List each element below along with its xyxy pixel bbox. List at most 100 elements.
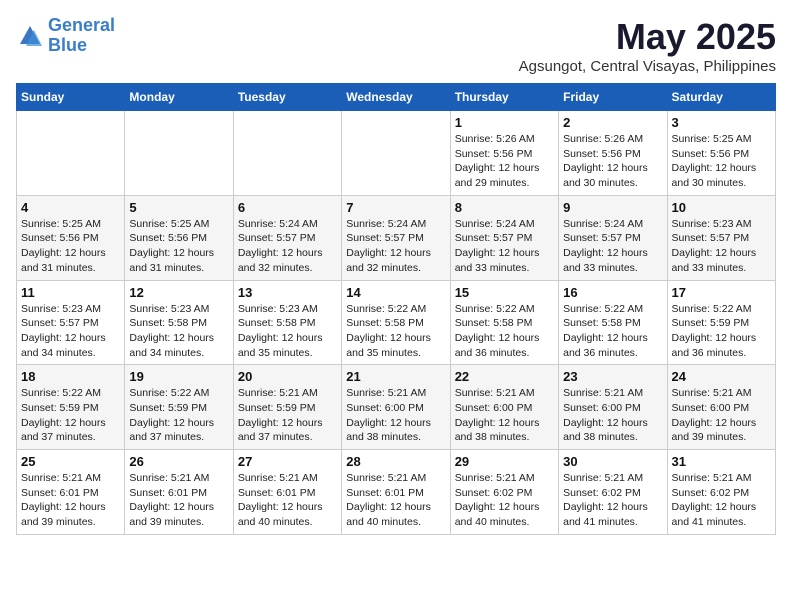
day-info: Sunrise: 5:22 AM Sunset: 5:58 PM Dayligh… bbox=[455, 302, 554, 361]
calendar-week-1: 4 Sunrise: 5:25 AM Sunset: 5:56 PM Daylig… bbox=[17, 195, 776, 280]
weekday-friday: Friday bbox=[559, 84, 667, 111]
calendar-cell: 16 Sunrise: 5:22 AM Sunset: 5:58 PM Dayli… bbox=[559, 280, 667, 365]
day-info: Sunrise: 5:22 AM Sunset: 5:58 PM Dayligh… bbox=[563, 302, 662, 361]
day-info: Sunrise: 5:21 AM Sunset: 6:01 PM Dayligh… bbox=[129, 471, 228, 530]
calendar-cell: 26 Sunrise: 5:21 AM Sunset: 6:01 PM Dayli… bbox=[125, 450, 233, 535]
day-number: 23 bbox=[563, 369, 662, 384]
day-info: Sunrise: 5:22 AM Sunset: 5:59 PM Dayligh… bbox=[21, 386, 120, 445]
calendar-cell: 7 Sunrise: 5:24 AM Sunset: 5:57 PM Daylig… bbox=[342, 195, 450, 280]
calendar-cell: 10 Sunrise: 5:23 AM Sunset: 5:57 PM Dayli… bbox=[667, 195, 775, 280]
calendar-cell: 6 Sunrise: 5:24 AM Sunset: 5:57 PM Daylig… bbox=[233, 195, 341, 280]
day-number: 18 bbox=[21, 369, 120, 384]
weekday-header-row: SundayMondayTuesdayWednesdayThursdayFrid… bbox=[17, 84, 776, 111]
logo-line2: Blue bbox=[48, 35, 87, 55]
calendar-cell: 31 Sunrise: 5:21 AM Sunset: 6:02 PM Dayli… bbox=[667, 450, 775, 535]
calendar-cell: 29 Sunrise: 5:21 AM Sunset: 6:02 PM Dayli… bbox=[450, 450, 558, 535]
day-info: Sunrise: 5:23 AM Sunset: 5:57 PM Dayligh… bbox=[21, 302, 120, 361]
day-number: 19 bbox=[129, 369, 228, 384]
month-title: May 2025 bbox=[519, 16, 776, 58]
day-info: Sunrise: 5:26 AM Sunset: 5:56 PM Dayligh… bbox=[455, 132, 554, 191]
day-number: 5 bbox=[129, 200, 228, 215]
calendar-cell: 23 Sunrise: 5:21 AM Sunset: 6:00 PM Dayli… bbox=[559, 365, 667, 450]
logo-icon bbox=[16, 22, 44, 50]
header: General Blue May 2025 Agsungot, Central … bbox=[16, 16, 776, 75]
calendar-week-0: 1 Sunrise: 5:26 AM Sunset: 5:56 PM Daylig… bbox=[17, 111, 776, 196]
day-number: 11 bbox=[21, 285, 120, 300]
day-number: 30 bbox=[563, 454, 662, 469]
day-info: Sunrise: 5:21 AM Sunset: 6:00 PM Dayligh… bbox=[346, 386, 445, 445]
day-number: 1 bbox=[455, 115, 554, 130]
weekday-wednesday: Wednesday bbox=[342, 84, 450, 111]
day-info: Sunrise: 5:24 AM Sunset: 5:57 PM Dayligh… bbox=[238, 217, 337, 276]
day-number: 31 bbox=[672, 454, 771, 469]
calendar-table: SundayMondayTuesdayWednesdayThursdayFrid… bbox=[16, 83, 776, 535]
day-number: 25 bbox=[21, 454, 120, 469]
day-number: 9 bbox=[563, 200, 662, 215]
day-info: Sunrise: 5:21 AM Sunset: 6:01 PM Dayligh… bbox=[238, 471, 337, 530]
day-number: 28 bbox=[346, 454, 445, 469]
calendar-cell: 1 Sunrise: 5:26 AM Sunset: 5:56 PM Daylig… bbox=[450, 111, 558, 196]
day-info: Sunrise: 5:24 AM Sunset: 5:57 PM Dayligh… bbox=[455, 217, 554, 276]
calendar-cell: 25 Sunrise: 5:21 AM Sunset: 6:01 PM Dayli… bbox=[17, 450, 125, 535]
day-info: Sunrise: 5:21 AM Sunset: 6:01 PM Dayligh… bbox=[346, 471, 445, 530]
calendar-cell: 11 Sunrise: 5:23 AM Sunset: 5:57 PM Dayli… bbox=[17, 280, 125, 365]
calendar-cell: 3 Sunrise: 5:25 AM Sunset: 5:56 PM Daylig… bbox=[667, 111, 775, 196]
logo: General Blue bbox=[16, 16, 115, 56]
day-info: Sunrise: 5:21 AM Sunset: 6:00 PM Dayligh… bbox=[672, 386, 771, 445]
calendar-cell: 8Sunrise: 5:24 AM Sunset: 5:57 PM Daylig… bbox=[450, 195, 558, 280]
calendar-cell: 15 Sunrise: 5:22 AM Sunset: 5:58 PM Dayli… bbox=[450, 280, 558, 365]
calendar-week-4: 25 Sunrise: 5:21 AM Sunset: 6:01 PM Dayli… bbox=[17, 450, 776, 535]
day-number: 15 bbox=[455, 285, 554, 300]
day-number: 4 bbox=[21, 200, 120, 215]
calendar-body: 1 Sunrise: 5:26 AM Sunset: 5:56 PM Daylig… bbox=[17, 111, 776, 535]
day-number: 2 bbox=[563, 115, 662, 130]
day-number: 12 bbox=[129, 285, 228, 300]
day-info: Sunrise: 5:24 AM Sunset: 5:57 PM Dayligh… bbox=[563, 217, 662, 276]
calendar-cell: 30Sunrise: 5:21 AM Sunset: 6:02 PM Dayli… bbox=[559, 450, 667, 535]
day-info: Sunrise: 5:21 AM Sunset: 6:01 PM Dayligh… bbox=[21, 471, 120, 530]
calendar-cell: 21Sunrise: 5:21 AM Sunset: 6:00 PM Dayli… bbox=[342, 365, 450, 450]
calendar-cell: 14Sunrise: 5:22 AM Sunset: 5:58 PM Dayli… bbox=[342, 280, 450, 365]
calendar-cell: 20 Sunrise: 5:21 AM Sunset: 5:59 PM Dayli… bbox=[233, 365, 341, 450]
day-info: Sunrise: 5:25 AM Sunset: 5:56 PM Dayligh… bbox=[129, 217, 228, 276]
calendar-cell bbox=[342, 111, 450, 196]
day-info: Sunrise: 5:24 AM Sunset: 5:57 PM Dayligh… bbox=[346, 217, 445, 276]
day-number: 10 bbox=[672, 200, 771, 215]
day-info: Sunrise: 5:22 AM Sunset: 5:59 PM Dayligh… bbox=[672, 302, 771, 361]
calendar-cell: 18 Sunrise: 5:22 AM Sunset: 5:59 PM Dayli… bbox=[17, 365, 125, 450]
day-info: Sunrise: 5:21 AM Sunset: 6:02 PM Dayligh… bbox=[672, 471, 771, 530]
day-number: 20 bbox=[238, 369, 337, 384]
weekday-sunday: Sunday bbox=[17, 84, 125, 111]
calendar-cell: 22Sunrise: 5:21 AM Sunset: 6:00 PM Dayli… bbox=[450, 365, 558, 450]
logo-text: General Blue bbox=[48, 16, 115, 56]
day-number: 26 bbox=[129, 454, 228, 469]
weekday-thursday: Thursday bbox=[450, 84, 558, 111]
calendar-cell: 9 Sunrise: 5:24 AM Sunset: 5:57 PM Daylig… bbox=[559, 195, 667, 280]
day-info: Sunrise: 5:21 AM Sunset: 5:59 PM Dayligh… bbox=[238, 386, 337, 445]
day-number: 6 bbox=[238, 200, 337, 215]
calendar-cell: 27Sunrise: 5:21 AM Sunset: 6:01 PM Dayli… bbox=[233, 450, 341, 535]
day-info: Sunrise: 5:25 AM Sunset: 5:56 PM Dayligh… bbox=[672, 132, 771, 191]
weekday-tuesday: Tuesday bbox=[233, 84, 341, 111]
day-number: 29 bbox=[455, 454, 554, 469]
calendar-cell: 4Sunrise: 5:25 AM Sunset: 5:56 PM Daylig… bbox=[17, 195, 125, 280]
calendar-cell: 28 Sunrise: 5:21 AM Sunset: 6:01 PM Dayli… bbox=[342, 450, 450, 535]
day-number: 24 bbox=[672, 369, 771, 384]
day-info: Sunrise: 5:22 AM Sunset: 5:59 PM Dayligh… bbox=[129, 386, 228, 445]
day-info: Sunrise: 5:23 AM Sunset: 5:58 PM Dayligh… bbox=[238, 302, 337, 361]
day-info: Sunrise: 5:21 AM Sunset: 6:00 PM Dayligh… bbox=[563, 386, 662, 445]
day-info: Sunrise: 5:22 AM Sunset: 5:58 PM Dayligh… bbox=[346, 302, 445, 361]
day-number: 22 bbox=[455, 369, 554, 384]
day-number: 3 bbox=[672, 115, 771, 130]
weekday-monday: Monday bbox=[125, 84, 233, 111]
day-number: 7 bbox=[346, 200, 445, 215]
day-info: Sunrise: 5:23 AM Sunset: 5:57 PM Dayligh… bbox=[672, 217, 771, 276]
location-subtitle: Agsungot, Central Visayas, Philippines bbox=[519, 58, 776, 75]
calendar-cell bbox=[125, 111, 233, 196]
day-number: 16 bbox=[563, 285, 662, 300]
calendar-week-3: 18 Sunrise: 5:22 AM Sunset: 5:59 PM Dayli… bbox=[17, 365, 776, 450]
calendar-cell: 17Sunrise: 5:22 AM Sunset: 5:59 PM Dayli… bbox=[667, 280, 775, 365]
day-info: Sunrise: 5:23 AM Sunset: 5:58 PM Dayligh… bbox=[129, 302, 228, 361]
day-info: Sunrise: 5:21 AM Sunset: 6:02 PM Dayligh… bbox=[455, 471, 554, 530]
calendar-cell bbox=[233, 111, 341, 196]
